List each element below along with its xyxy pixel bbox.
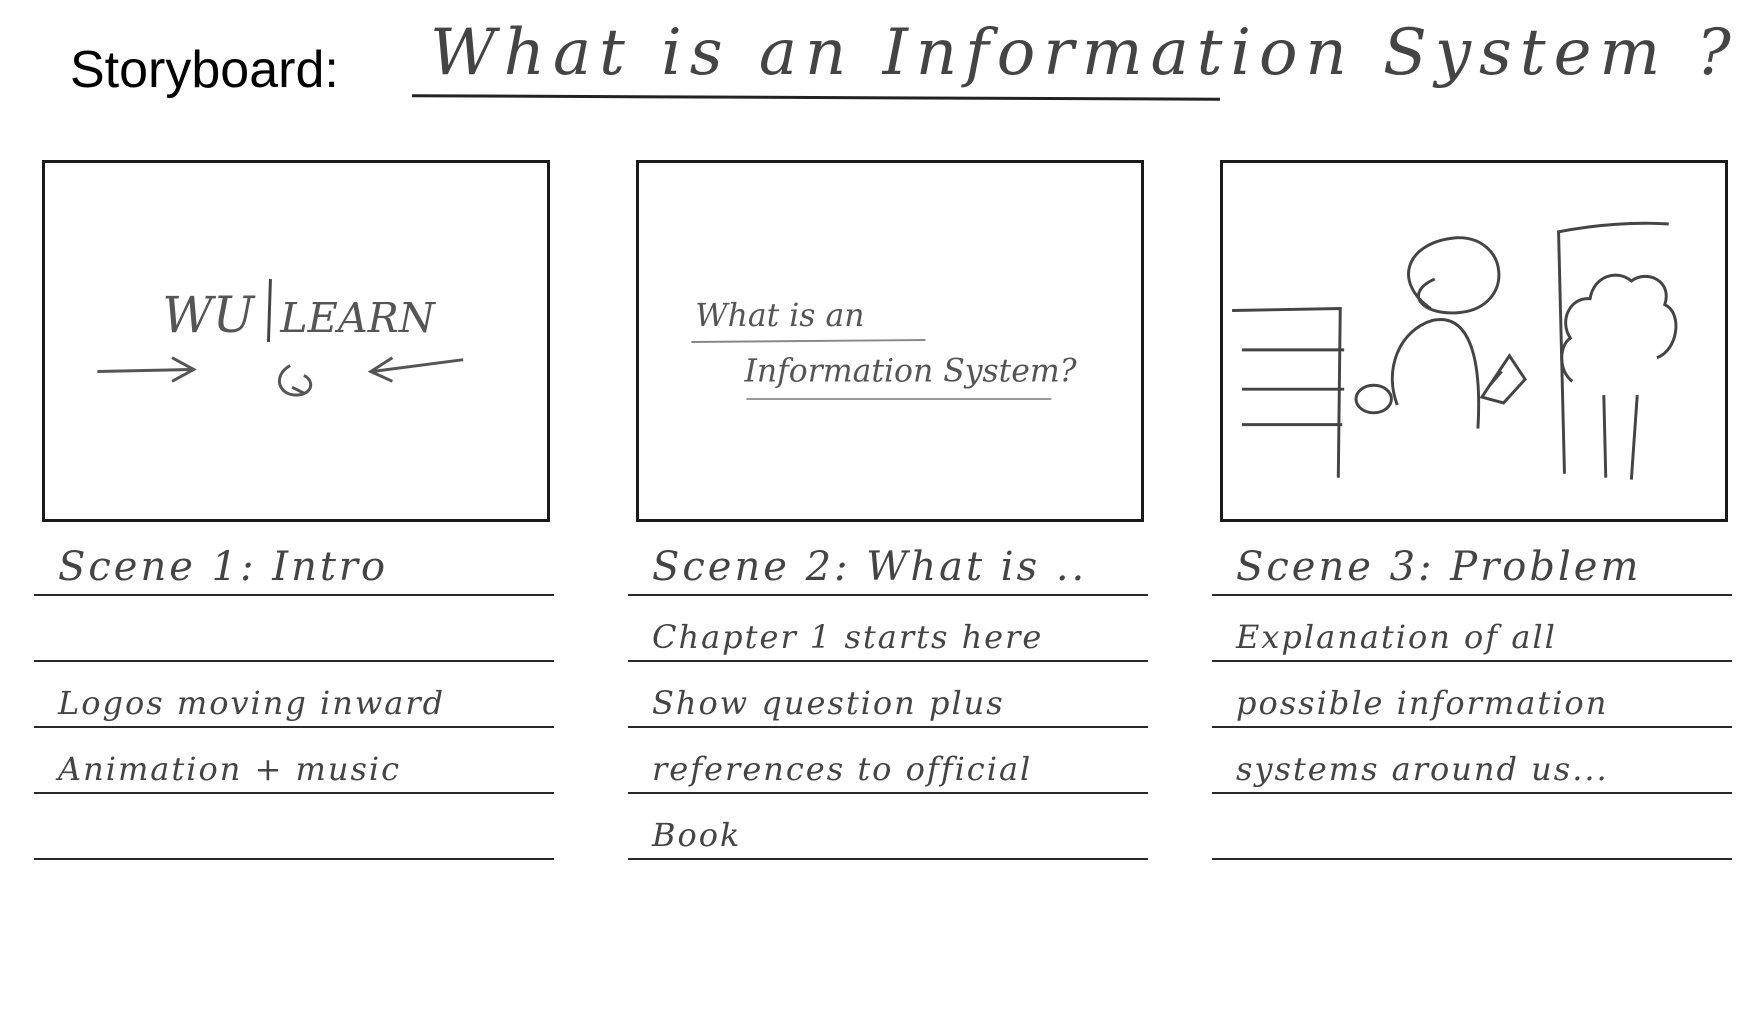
note-line: Scene 1: Intro <box>34 530 554 596</box>
scene-1-notes: Scene 1: Intro Logos moving inward Anima… <box>34 530 554 860</box>
note-text: possible information <box>1236 684 1609 722</box>
rotate-icon <box>278 364 313 397</box>
scene-panel-1: WU LEARN Scene 1: Intro Logos moving inw… <box>34 150 554 1030</box>
scene-3-sketch-frame <box>1220 160 1728 522</box>
arrow-right-icon <box>97 356 197 383</box>
note-line: references to official <box>628 728 1148 794</box>
note-line: Show question plus <box>628 662 1148 728</box>
note-text: systems around us... <box>1236 750 1609 788</box>
note-line <box>34 794 554 860</box>
question-underline <box>691 339 926 343</box>
scene-1-sketch-frame: WU LEARN <box>42 160 550 522</box>
question-text-line-1: What is an <box>695 298 864 334</box>
note-line: Explanation of all <box>1212 596 1732 662</box>
scene-2-sketch: What is an Information System? <box>691 298 1078 401</box>
storyboard-title: What is an Information System ? <box>430 16 1739 90</box>
scene-2-notes: Scene 2: What is .. Chapter 1 starts her… <box>628 530 1148 860</box>
scene-3-heading: Scene 3: Problem <box>1236 544 1642 590</box>
scene-3-notes: Scene 3: Problem Explanation of all poss… <box>1212 530 1732 860</box>
note-line: Logos moving inward <box>34 662 554 728</box>
note-text: Book <box>652 816 742 854</box>
scene-panel-2: What is an Information System? Scene 2: … <box>628 150 1148 1030</box>
diamond-sign-sketch <box>1479 353 1528 405</box>
note-line: Scene 3: Problem <box>1212 530 1732 596</box>
note-line: Animation + music <box>34 728 554 794</box>
shelf-sketch <box>1232 307 1345 478</box>
note-line: possible information <box>1212 662 1732 728</box>
note-text: Explanation of all <box>1236 618 1557 656</box>
note-text: Animation + music <box>58 750 402 788</box>
note-line <box>1212 794 1732 860</box>
person-sketch <box>1354 236 1501 429</box>
logo-divider <box>266 278 272 343</box>
note-text: Logos moving inward <box>58 684 446 722</box>
wu-logo-text: WU <box>162 286 256 344</box>
scene-2-sketch-frame: What is an Information System? <box>636 160 1144 522</box>
note-text: Chapter 1 starts here <box>652 618 1044 656</box>
scene-3-sketch <box>1232 221 1678 480</box>
tree-sketch <box>1557 221 1678 480</box>
arrow-left-icon <box>367 356 464 383</box>
note-line: Scene 2: What is .. <box>628 530 1148 596</box>
note-text: references to official <box>652 750 1033 788</box>
note-line: Book <box>628 794 1148 860</box>
note-line: systems around us... <box>1212 728 1732 794</box>
note-text: Show question plus <box>652 684 1005 722</box>
scene-1-heading: Scene 1: Intro <box>58 544 389 590</box>
note-line <box>34 596 554 662</box>
learn-logo-text: LEARN <box>279 294 436 342</box>
scene-2-heading: Scene 2: What is .. <box>652 544 1088 590</box>
scene-1-sketch: WU LEARN <box>97 278 464 397</box>
note-line: Chapter 1 starts here <box>628 596 1148 662</box>
storyboard-label: Storyboard: <box>70 41 339 99</box>
scene-panel-3: Scene 3: Problem Explanation of all poss… <box>1212 150 1732 1030</box>
title-underline <box>411 94 1221 101</box>
question-text-line-2: Information System? <box>743 353 1077 389</box>
